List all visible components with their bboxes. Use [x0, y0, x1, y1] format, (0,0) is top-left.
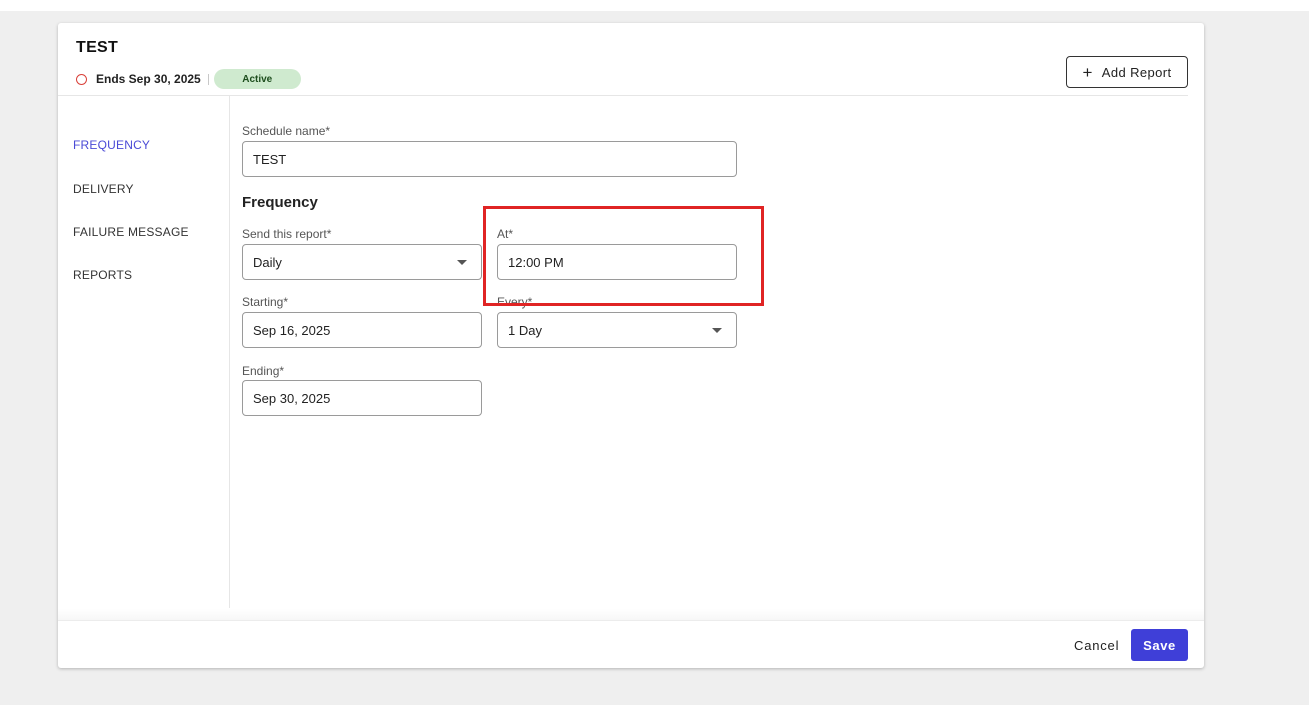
schedule-meta: Ends Sep 30, 2025 Active: [76, 68, 301, 90]
cancel-button[interactable]: Cancel: [1074, 638, 1119, 653]
starting-date-label: Starting*: [242, 295, 289, 309]
add-report-button[interactable]: + Add Report: [1066, 56, 1188, 88]
sidebar-item-failure-message[interactable]: FAILURE MESSAGE: [73, 225, 189, 239]
at-time-label: At*: [497, 227, 514, 241]
frequency-section-title: Frequency: [242, 194, 318, 211]
footer-shadow: [58, 609, 1204, 620]
every-select[interactable]: 1 Day: [497, 312, 737, 348]
at-time-value: 12:00 PM: [508, 254, 564, 270]
top-strip: [0, 0, 1309, 11]
sidebar-item-reports[interactable]: REPORTS: [73, 268, 132, 282]
every-label: Every*: [497, 295, 533, 309]
plus-icon: +: [1082, 62, 1093, 82]
status-circle-icon: [76, 73, 87, 85]
starting-date-input[interactable]: Sep 16, 2025: [242, 312, 482, 348]
dialog-footer: Cancel Save: [58, 620, 1204, 668]
schedule-name-input[interactable]: TEST: [242, 141, 737, 177]
send-report-value: Daily: [253, 254, 282, 270]
ending-date-input[interactable]: Sep 30, 2025: [242, 380, 482, 416]
at-time-input[interactable]: 12:00 PM: [497, 244, 737, 280]
starting-date-value: Sep 16, 2025: [253, 322, 331, 338]
schedule-header: TEST Ends Sep 30, 2025 Active + Add Repo…: [58, 23, 1204, 96]
meta-divider: [207, 73, 209, 85]
schedule-name-label: Schedule name*: [242, 124, 331, 138]
end-date-text: Ends Sep 30, 2025: [96, 72, 201, 86]
send-report-label: Send this report*: [242, 227, 332, 241]
ending-date-label: Ending*: [242, 364, 285, 378]
save-button[interactable]: Save: [1131, 629, 1188, 661]
schedule-editor-card: TEST Ends Sep 30, 2025 Active + Add Repo…: [58, 23, 1204, 668]
every-value: 1 Day: [508, 322, 542, 338]
status-badge: Active: [213, 69, 301, 89]
ending-date-value: Sep 30, 2025: [253, 390, 331, 406]
chevron-down-icon: [712, 328, 722, 333]
sidebar-item-delivery[interactable]: DELIVERY: [73, 182, 134, 196]
schedule-name-value: TEST: [253, 151, 287, 167]
chevron-down-icon: [457, 260, 467, 265]
sidebar-item-frequency[interactable]: FREQUENCY: [73, 138, 150, 152]
add-report-label: Add Report: [1101, 64, 1172, 80]
send-report-select[interactable]: Daily: [242, 244, 482, 280]
section-nav: FREQUENCY DELIVERY FAILURE MESSAGE REPOR…: [58, 96, 230, 608]
schedule-title: TEST: [76, 39, 119, 56]
